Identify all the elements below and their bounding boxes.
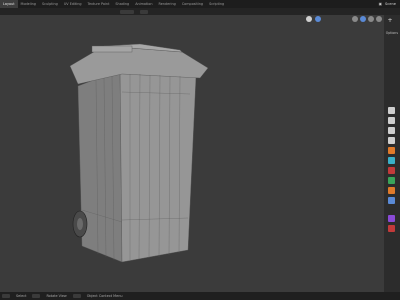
mouse-right-icon [72,294,81,298]
viewport-header [0,8,400,15]
tab-compositing[interactable]: Compositing [179,0,206,8]
wireframe-shading-icon[interactable] [352,16,358,22]
mouse-left-icon [2,294,10,298]
tab-rendering[interactable]: Rendering [155,0,178,8]
rendered-shading-icon[interactable] [376,16,382,22]
tab-texture-paint[interactable]: Texture Paint [85,0,113,8]
status-select: Select [16,294,27,298]
scene-selector[interactable]: ▣ Scene [379,0,396,8]
modifier-props-icon[interactable] [388,157,395,164]
status-context: Object Context Menu [86,294,123,298]
add-icon[interactable]: + [387,18,393,24]
scene-icon: ▣ [378,2,383,6]
material-props-icon[interactable] [388,197,395,204]
trash-bin-model[interactable] [0,15,384,292]
tab-uv-editing[interactable]: UV Editing [61,0,85,8]
tab-layout[interactable]: Layout [0,0,18,8]
tab-sculpting[interactable]: Sculpting [39,0,61,8]
tab-animation[interactable]: Animation [132,0,155,8]
3d-viewport[interactable] [0,15,384,292]
solid-shading-icon[interactable] [360,16,366,22]
object-props-icon[interactable] [388,147,395,154]
constraints-props-icon[interactable] [388,177,395,184]
tool-props-icon[interactable] [388,107,395,114]
properties-tab-bar [384,15,400,292]
particles-props-icon[interactable] [388,225,395,232]
options-label[interactable]: Options [386,31,398,35]
texture-props-icon[interactable] [388,215,395,222]
shading-mode-buttons [352,15,382,23]
pivot-dropdown[interactable] [140,9,148,14]
render-props-icon[interactable] [388,117,395,124]
data-props-icon[interactable] [388,187,395,194]
view-layer-props-icon[interactable] [388,137,395,144]
physics-props-icon[interactable] [388,167,395,174]
material-shading-icon[interactable] [368,16,374,22]
output-props-icon[interactable] [388,127,395,134]
tab-scripting[interactable]: Scripting [206,0,227,8]
tab-shading[interactable]: Shading [112,0,132,8]
status-bar: Select Rotate View Object Context Menu [0,292,400,300]
workspace-tabs-bar: Layout Modeling Sculpting UV Editing Tex… [0,0,400,8]
transform-orientation-dropdown[interactable] [120,9,134,14]
tab-modeling[interactable]: Modeling [18,0,39,8]
viewport-gizmo-bar [306,15,321,23]
status-rotate: Rotate View [46,294,67,298]
view-icon[interactable] [306,16,312,22]
overlay-icon[interactable] [315,16,321,22]
mouse-middle-icon [32,294,41,298]
scene-label: Scene [385,2,396,6]
